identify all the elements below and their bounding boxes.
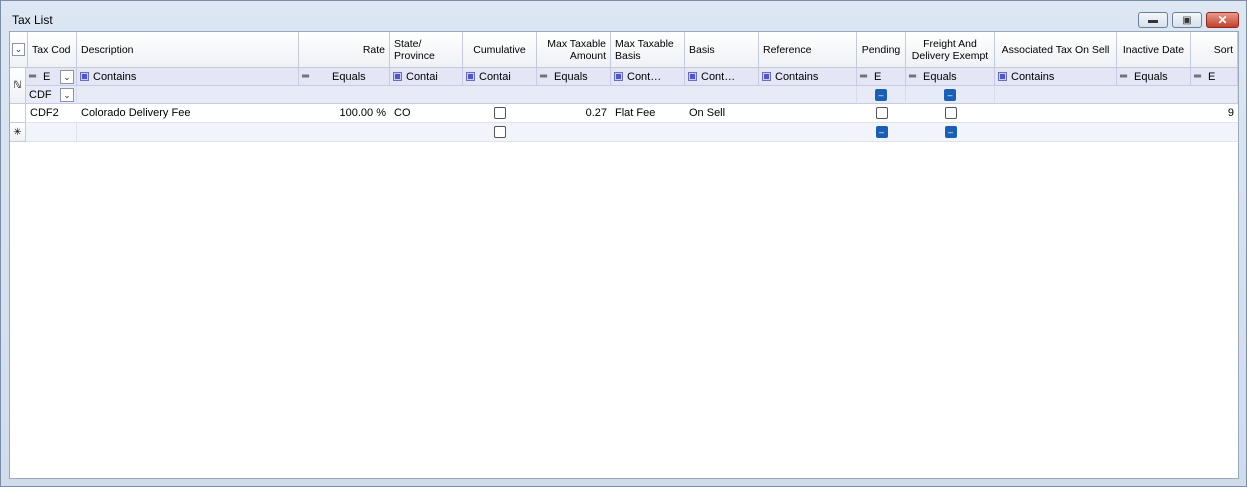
equals-operator-icon: ═ <box>860 71 868 82</box>
column-header-rate[interactable]: Rate <box>299 32 390 68</box>
column-header-cumulative[interactable]: Cumulative <box>463 32 537 68</box>
filter-value-row-end[interactable] <box>995 86 1238 104</box>
column-header-tax-code[interactable]: Tax Cod <box>28 32 77 68</box>
tax-list-window: Tax List ▬ ▣ ✕ ⌄ Tax Cod Description Rat… <box>0 0 1247 487</box>
cell-freight[interactable] <box>906 104 995 123</box>
contains-operator-icon <box>998 72 1007 81</box>
minimize-icon: ▬ <box>1148 14 1158 26</box>
column-header-associated-tax[interactable]: Associated Tax On Sell <box>995 32 1117 68</box>
row-selector[interactable] <box>10 104 26 123</box>
column-header-reference[interactable]: Reference <box>759 32 857 68</box>
indeterminate-checkbox-icon[interactable]: – <box>875 88 887 101</box>
cell-reference[interactable] <box>759 104 857 123</box>
column-header-pending[interactable]: Pending <box>857 32 906 68</box>
cell-max-amount[interactable]: 0.27 <box>537 104 611 123</box>
contains-operator-icon <box>466 72 475 81</box>
new-row-icon: ✳ <box>13 126 22 138</box>
column-header-state[interactable]: State/ Province <box>390 32 463 68</box>
new-row-tax-code[interactable] <box>26 123 77 142</box>
filter-description[interactable]: Contains <box>77 68 299 86</box>
chevron-down-icon[interactable]: ⌄ <box>60 88 74 102</box>
cell-cumulative[interactable] <box>463 104 537 123</box>
maximize-icon: ▣ <box>1182 14 1192 26</box>
column-header-basis[interactable]: Basis <box>685 32 759 68</box>
cell-tax-code[interactable]: CDF2 <box>26 104 77 123</box>
new-row-selector[interactable]: ✳ <box>10 123 26 142</box>
cell-inactive-date[interactable] <box>1117 104 1191 123</box>
title-bar[interactable]: Tax List ▬ ▣ ✕ <box>1 1 1246 31</box>
equals-operator-icon: ═ <box>29 71 37 82</box>
filter-sort[interactable]: ═ E <box>1191 68 1238 86</box>
filter-pending[interactable]: ═ E <box>857 68 906 86</box>
column-chooser-button[interactable]: ⌄ <box>10 32 28 68</box>
new-row-cells[interactable] <box>77 123 463 142</box>
filter-value-tax-code[interactable]: CDF ⌄ <box>26 86 77 104</box>
indeterminate-checkbox-icon[interactable]: – <box>944 88 956 101</box>
indeterminate-checkbox-icon[interactable]: – <box>875 126 888 138</box>
chevron-down-icon[interactable]: ⌄ <box>60 70 74 84</box>
filter-cumulative[interactable]: Contai <box>463 68 537 86</box>
new-row-cumulative[interactable] <box>463 123 537 142</box>
cell-max-basis[interactable]: Flat Fee <box>611 104 685 123</box>
maximize-button[interactable]: ▣ <box>1172 12 1202 28</box>
equals-operator-icon: ═ <box>540 71 548 82</box>
window-title: Tax List <box>12 13 53 27</box>
equals-operator-icon: ═ <box>1194 71 1202 82</box>
filter-value-row[interactable] <box>77 86 857 104</box>
filter-tax-code[interactable]: ═ E ⌄ <box>26 68 77 86</box>
equals-operator-icon: ═ <box>1120 71 1128 82</box>
cell-state[interactable]: CO <box>390 104 463 123</box>
filter-row-selector[interactable]: ℕ <box>10 68 26 104</box>
column-header-max-taxable-basis[interactable]: Max Taxable Basis <box>611 32 685 68</box>
cell-description[interactable]: Colorado Delivery Fee <box>77 104 299 123</box>
close-button[interactable]: ✕ <box>1206 12 1239 28</box>
cell-sort[interactable]: 9 <box>1191 104 1238 123</box>
filter-freight[interactable]: ═ Equals <box>906 68 995 86</box>
column-header-freight-exempt[interactable]: Freight And Delivery Exempt <box>906 32 995 68</box>
contains-operator-icon <box>393 72 402 81</box>
cell-rate[interactable]: 100.00 % <box>299 104 390 123</box>
equals-operator-icon: ═ <box>909 71 917 82</box>
close-icon: ✕ <box>1217 13 1228 27</box>
column-header-sort[interactable]: Sort <box>1191 32 1238 68</box>
filter-associated-tax[interactable]: Contains <box>995 68 1117 86</box>
filter-value-freight[interactable]: – <box>906 86 995 104</box>
contains-operator-icon <box>614 72 623 81</box>
pending-checkbox[interactable] <box>875 107 888 119</box>
new-row-freight[interactable]: – <box>906 123 995 142</box>
minimize-button[interactable]: ▬ <box>1138 12 1168 28</box>
indeterminate-checkbox-icon[interactable]: – <box>944 126 957 138</box>
new-row-cells-end[interactable] <box>995 123 1238 142</box>
freight-exempt-checkbox[interactable] <box>944 107 957 119</box>
cell-associated-tax[interactable] <box>995 104 1117 123</box>
contains-operator-icon <box>80 72 89 81</box>
new-row-pending[interactable]: – <box>857 123 906 142</box>
cell-pending[interactable] <box>857 104 906 123</box>
filter-basis[interactable]: Cont… <box>685 68 759 86</box>
filter-value-pending[interactable]: – <box>857 86 906 104</box>
new-row-cells-middle[interactable] <box>537 123 857 142</box>
chevron-down-icon: ⌄ <box>12 43 25 56</box>
new-row-cumulative-checkbox[interactable] <box>494 126 506 138</box>
equals-operator-icon: ═ <box>302 71 310 82</box>
contains-operator-icon <box>762 72 771 81</box>
cumulative-checkbox[interactable] <box>494 107 506 119</box>
column-header-inactive-date[interactable]: Inactive Date <box>1117 32 1191 68</box>
filter-state[interactable]: Contai <box>390 68 463 86</box>
column-header-description[interactable]: Description <box>77 32 299 68</box>
filter-reference[interactable]: Contains <box>759 68 857 86</box>
contains-operator-icon <box>688 72 697 81</box>
column-header-max-taxable-amount[interactable]: Max Taxable Amount <box>537 32 611 68</box>
filter-max-basis[interactable]: Cont… <box>611 68 685 86</box>
filter-max-amount[interactable]: ═ Equals <box>537 68 611 86</box>
filter-rate[interactable]: ═ Equals <box>299 68 390 86</box>
tax-grid: ⌄ Tax Cod Description Rate State/ Provin… <box>9 31 1239 479</box>
cell-basis[interactable]: On Sell <box>685 104 759 123</box>
filter-inactive-date[interactable]: ═ Equals <box>1117 68 1191 86</box>
filter-row-icon: ℕ <box>13 80 22 91</box>
